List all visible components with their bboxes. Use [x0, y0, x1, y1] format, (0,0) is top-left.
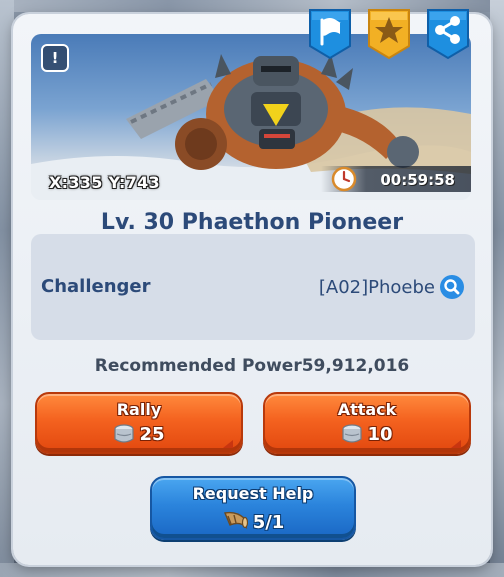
- request-help-count: 5/1: [152, 509, 354, 533]
- rally-cost-value: 25: [139, 424, 165, 445]
- flag-button[interactable]: [306, 6, 354, 60]
- request-help-button[interactable]: Request Help 5/1: [150, 476, 356, 540]
- clock-icon: [331, 166, 357, 192]
- rally-button[interactable]: Rally 25: [35, 392, 243, 454]
- favorite-button[interactable]: [365, 6, 413, 60]
- background-right: [490, 0, 504, 577]
- background-bottom: [0, 563, 504, 577]
- stamina-can-icon: [342, 424, 363, 443]
- attack-button[interactable]: Attack 10: [263, 392, 471, 454]
- background-left: [0, 0, 14, 577]
- challenger-info-box: Challenger [A02]Phoebe: [31, 234, 475, 340]
- timer-countdown: 00:59:58: [380, 171, 455, 189]
- attack-label: Attack: [337, 400, 397, 419]
- corner-marker-icon: [223, 440, 233, 448]
- request-help-count-value: 5/1: [252, 512, 285, 533]
- horn-icon: [223, 511, 248, 530]
- stamina-can-icon: [114, 424, 135, 443]
- corner-marker-icon: [451, 440, 461, 448]
- boss-title: Lv. 30 Phaethon Pioneer: [100, 210, 404, 235]
- search-icon[interactable]: [439, 274, 465, 300]
- coordinates-label[interactable]: X:335 Y:743: [49, 173, 160, 192]
- challenger-name[interactable]: [A02]Phoebe: [319, 277, 435, 298]
- recommended-power: Recommended Power59,912,016: [94, 356, 410, 376]
- rally-label: Rally: [116, 400, 162, 419]
- boss-info-panel: ! X:335 Y:743 00:59:58 Lv. 30 Phaethon P…: [13, 9, 491, 565]
- share-button[interactable]: [424, 6, 472, 60]
- attack-cost-value: 10: [367, 424, 393, 445]
- alert-icon[interactable]: !: [41, 44, 69, 72]
- challenger-label: Challenger: [41, 276, 151, 297]
- attack-cost: 10: [265, 424, 469, 445]
- request-help-label: Request Help: [192, 484, 314, 503]
- rally-cost: 25: [37, 424, 241, 445]
